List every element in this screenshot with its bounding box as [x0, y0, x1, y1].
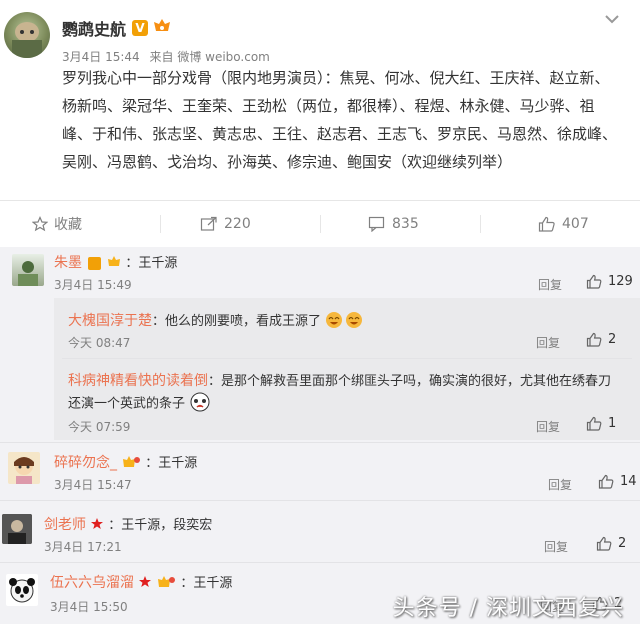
- comment-line: 朱墨 ：王千源: [54, 252, 177, 272]
- reply-username[interactable]: 科病神精看快的读着倒: [68, 373, 208, 389]
- reply-time: 今天 07:59: [68, 420, 131, 434]
- commenter-avatar[interactable]: [2, 514, 32, 544]
- post-menu-chevron-icon[interactable]: [604, 10, 620, 29]
- red-star-icon: [138, 575, 152, 592]
- thumbs-up-icon: [538, 216, 555, 232]
- reply-text: ：他么的刚要喷，看成王源了: [152, 314, 322, 329]
- comment-like-button[interactable]: 2: [596, 536, 626, 551]
- comment-like-button[interactable]: 14: [598, 474, 637, 489]
- reply-button[interactable]: 回复: [538, 276, 562, 293]
- reply-like-button[interactable]: 1: [586, 416, 616, 431]
- reply-username[interactable]: 大槐国淳于楚: [68, 313, 152, 329]
- comment-icon: [368, 216, 385, 232]
- repost-count: 220: [224, 216, 251, 232]
- comment-time: 3月4日 15:50: [50, 600, 128, 614]
- comment-button[interactable]: 835: [368, 201, 419, 247]
- post-text: 罗列我心中一部分戏骨（限内地男演员）：焦晃、何冰、倪大红、王庆祥、赵立新、杨新鸣…: [62, 69, 618, 171]
- reply-like-button[interactable]: 2: [586, 332, 616, 347]
- laughing-emoji-icon: [345, 311, 365, 333]
- comment-text: ：王千源: [125, 256, 178, 271]
- vip-icon: [107, 255, 121, 272]
- reply-line-2: 还演一个英武的条子: [68, 392, 211, 416]
- vip-icon: [121, 455, 141, 473]
- comment-username[interactable]: 剑老师: [44, 517, 86, 533]
- favorite-button[interactable]: 收藏: [32, 201, 82, 247]
- reply-line: 大槐国淳于楚：他么的刚要喷，看成王源了: [68, 310, 365, 333]
- thumbs-up-icon: [586, 274, 602, 289]
- star-icon: [32, 216, 48, 232]
- commenter-avatar[interactable]: [8, 452, 40, 484]
- reply-button[interactable]: 回复: [548, 476, 572, 493]
- reply-text: ：是那个解救吾里面那个绑匪头子吗，确实演的很好，尤其他在绣春刀: [208, 374, 612, 389]
- commenter-avatar[interactable]: [12, 254, 44, 286]
- comment-like-button[interactable]: 129: [586, 274, 633, 289]
- avatar-image: [12, 22, 42, 58]
- reply-time: 今天 08:47: [68, 336, 131, 350]
- crying-emoji-icon: [189, 392, 211, 416]
- red-star-icon: [90, 517, 104, 534]
- comment-like-count: 2: [618, 536, 627, 551]
- thumbs-up-icon: [598, 474, 614, 489]
- verified-icon: [88, 257, 102, 270]
- avatar-image: [2, 514, 32, 544]
- comment-line: 剑老师 ：王千源，段奕宏: [44, 514, 212, 534]
- avatar-image: [14, 457, 34, 484]
- reply-button[interactable]: 回复: [536, 334, 560, 351]
- comment-like-count: 129: [608, 274, 633, 289]
- comment-like-count: 14: [620, 474, 637, 489]
- thumbs-up-icon: [586, 416, 602, 431]
- comment-time: 3月4日 15:49: [54, 278, 132, 292]
- verified-icon: V: [132, 20, 149, 36]
- like-button[interactable]: 407: [538, 201, 589, 247]
- comment-line: 伍六六乌溜溜 ：王千源: [50, 572, 232, 593]
- author-name[interactable]: 鹦鹉史航: [62, 16, 126, 40]
- action-bar: 收藏 220 835 407: [0, 200, 640, 248]
- reply-like-count: 1: [608, 416, 617, 431]
- repost-icon: [200, 216, 217, 231]
- comment-username[interactable]: 朱墨: [54, 255, 82, 271]
- vip-icon: [152, 17, 172, 39]
- thumbs-up-icon: [586, 332, 602, 347]
- avatar-image: [9, 578, 35, 603]
- author-avatar[interactable]: [4, 12, 50, 58]
- like-count: 407: [562, 216, 589, 232]
- comment-time: 3月4日 17:21: [44, 540, 122, 554]
- reply-button[interactable]: 回复: [536, 418, 560, 435]
- post-source: 来自 微博 weibo.com: [149, 50, 270, 64]
- comment-count: 835: [392, 216, 419, 232]
- commenter-avatar[interactable]: [6, 574, 38, 606]
- reply-text-continued: 还演一个英武的条子: [68, 396, 186, 412]
- reply-like-count: 2: [608, 332, 617, 347]
- post-time[interactable]: 3月4日 15:44: [62, 50, 140, 64]
- repost-button[interactable]: 220: [200, 201, 251, 247]
- reply-line: 科病神精看快的读着倒：是那个解救吾里面那个绑匪头子吗，确实演的很好，尤其他在绣春…: [68, 370, 611, 390]
- comment-text: ：王千源: [180, 576, 233, 591]
- vip-icon: [156, 575, 176, 593]
- reply-button[interactable]: 回复: [544, 538, 568, 555]
- comment-text: ：王千源，段奕宏: [108, 518, 213, 533]
- comment-text: ：王千源: [145, 456, 198, 471]
- avatar-image: [18, 261, 38, 286]
- favorite-label: 收藏: [54, 217, 82, 233]
- comment-time: 3月4日 15:47: [54, 478, 132, 492]
- comment-line: 碎碎勿念_ ：王千源: [54, 452, 197, 473]
- watermark: 头条号 / 深圳文西复兴: [392, 596, 624, 621]
- laughing-emoji-icon: [325, 311, 345, 333]
- thumbs-up-icon: [596, 536, 612, 551]
- comment-username[interactable]: 碎碎勿念_: [54, 455, 117, 471]
- comment-username[interactable]: 伍六六乌溜溜: [50, 575, 134, 591]
